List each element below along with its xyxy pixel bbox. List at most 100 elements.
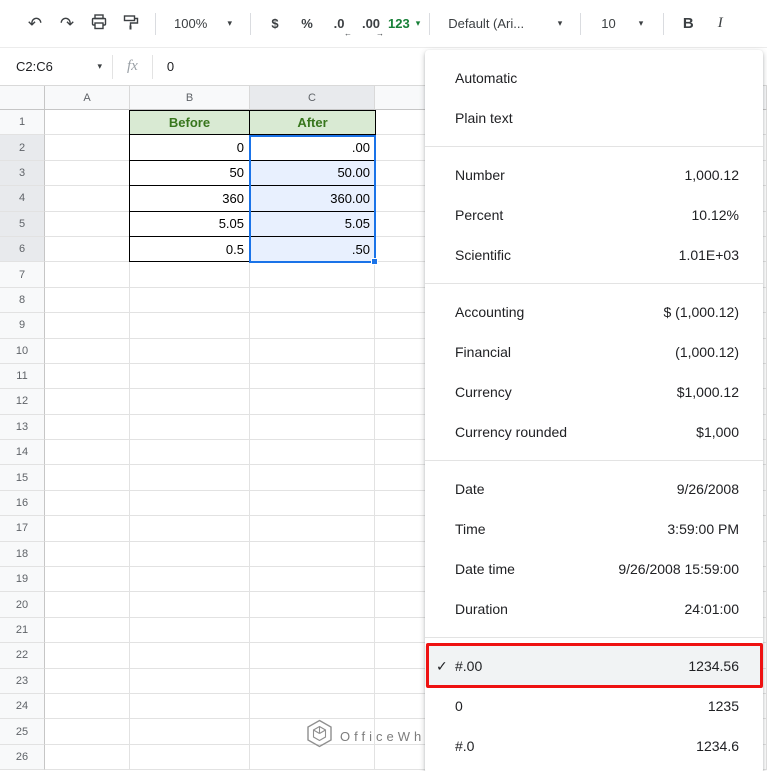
cell[interactable] [45, 262, 130, 288]
row-header-4[interactable]: 4 [0, 186, 45, 212]
cell[interactable] [130, 414, 250, 441]
cell[interactable] [130, 744, 250, 771]
fill-handle[interactable] [371, 258, 378, 265]
row-header-7[interactable]: 7 [0, 262, 45, 288]
cell[interactable] [130, 262, 250, 288]
table-cell[interactable]: .00 [250, 135, 376, 161]
zoom-select[interactable]: 100% ▾ [165, 9, 241, 39]
menu-item-currency[interactable]: Currency $1,000.12 [425, 372, 763, 412]
row-header-11[interactable]: 11 [0, 363, 45, 390]
cell[interactable] [250, 516, 375, 542]
row-header-13[interactable]: 13 [0, 414, 45, 441]
cell[interactable] [45, 186, 130, 212]
cell[interactable] [250, 465, 375, 491]
decrease-decimal-button[interactable]: .0 ← [324, 9, 354, 39]
column-header-B[interactable]: B [130, 86, 250, 110]
table-cell[interactable]: 5.05 [129, 211, 250, 237]
cell[interactable] [130, 617, 250, 644]
row-header-15[interactable]: 15 [0, 465, 45, 491]
cell[interactable] [250, 287, 375, 314]
menu-item-plain-text[interactable]: Plain text [425, 98, 763, 138]
row-header-21[interactable]: 21 [0, 617, 45, 644]
percent-format-button[interactable]: % [292, 9, 322, 39]
row-header-20[interactable]: 20 [0, 592, 45, 618]
cell[interactable] [250, 693, 375, 720]
menu-item-time[interactable]: Time 3:59:00 PM [425, 509, 763, 549]
row-header-1[interactable]: 1 [0, 110, 45, 136]
row-header-3[interactable]: 3 [0, 160, 45, 187]
cell[interactable] [250, 389, 375, 415]
select-all-corner[interactable] [0, 86, 45, 110]
row-header-9[interactable]: 9 [0, 313, 45, 339]
cell[interactable] [250, 440, 375, 466]
menu-item-percent[interactable]: Percent 10.12% [425, 195, 763, 235]
menu-item-number[interactable]: Number 1,000.12 [425, 155, 763, 195]
cell[interactable] [130, 516, 250, 542]
cell[interactable] [130, 490, 250, 517]
menu-item-date-time[interactable]: Date time 9/26/2008 15:59:00 [425, 549, 763, 589]
cell[interactable] [45, 389, 130, 415]
cell[interactable] [45, 693, 130, 720]
menu-item-duration[interactable]: Duration 24:01:00 [425, 589, 763, 629]
cell[interactable] [130, 719, 250, 745]
increase-decimal-button[interactable]: .00 → [356, 9, 386, 39]
font-size-select[interactable]: 10 ▾ [590, 9, 654, 39]
row-header-18[interactable]: 18 [0, 541, 45, 568]
row-header-24[interactable]: 24 [0, 693, 45, 720]
cell[interactable] [250, 313, 375, 339]
cell[interactable] [45, 236, 130, 263]
cell[interactable] [45, 313, 130, 339]
table-cell[interactable]: 5.05 [250, 211, 376, 237]
menu-item-0[interactable]: #.0 1234.6 [425, 726, 763, 766]
cell[interactable] [130, 668, 250, 694]
cell[interactable] [45, 287, 130, 314]
cell[interactable] [250, 414, 375, 441]
paint-format-button[interactable] [116, 9, 146, 39]
cell[interactable] [250, 668, 375, 694]
row-header-22[interactable]: 22 [0, 643, 45, 669]
cell[interactable] [45, 440, 130, 466]
font-select[interactable]: Default (Ari... ▾ [439, 9, 571, 39]
table-cell[interactable]: 0 [129, 135, 250, 161]
table-cell[interactable]: .50 [250, 236, 376, 263]
row-header-23[interactable]: 23 [0, 668, 45, 694]
table-cell[interactable]: 0.5 [129, 236, 250, 263]
menu-item-0[interactable]: 0 1235 [425, 686, 763, 726]
cell[interactable] [45, 668, 130, 694]
cell[interactable] [45, 211, 130, 237]
cell[interactable] [250, 490, 375, 517]
cell[interactable] [130, 313, 250, 339]
cell[interactable] [45, 592, 130, 618]
cell[interactable] [250, 592, 375, 618]
column-header-A[interactable]: A [45, 86, 130, 110]
print-button[interactable] [84, 9, 114, 39]
cell[interactable] [130, 363, 250, 390]
table-cell[interactable]: 50 [129, 160, 250, 187]
cell[interactable] [45, 744, 130, 771]
row-header-19[interactable]: 19 [0, 567, 45, 593]
cell[interactable] [130, 693, 250, 720]
cell[interactable] [250, 262, 375, 288]
cell[interactable] [45, 490, 130, 517]
cell[interactable] [45, 516, 130, 542]
cell[interactable] [45, 465, 130, 491]
cell[interactable] [130, 567, 250, 593]
cell[interactable] [250, 541, 375, 568]
cell[interactable] [45, 617, 130, 644]
cell[interactable] [130, 338, 250, 364]
cell[interactable] [45, 363, 130, 390]
cell[interactable] [250, 363, 375, 390]
cell[interactable] [45, 338, 130, 364]
cell[interactable] [130, 465, 250, 491]
row-header-8[interactable]: 8 [0, 287, 45, 314]
cell[interactable] [130, 389, 250, 415]
row-header-12[interactable]: 12 [0, 389, 45, 415]
row-header-16[interactable]: 16 [0, 490, 45, 517]
cell[interactable] [250, 338, 375, 364]
table-cell[interactable]: 360 [129, 186, 250, 212]
cell[interactable] [130, 592, 250, 618]
menu-item-00[interactable]: ✓ #.00 1234.56 [425, 646, 763, 686]
menu-item-scientific[interactable]: Scientific 1.01E+03 [425, 235, 763, 275]
row-header-2[interactable]: 2 [0, 135, 45, 161]
row-header-26[interactable]: 26 [0, 744, 45, 771]
